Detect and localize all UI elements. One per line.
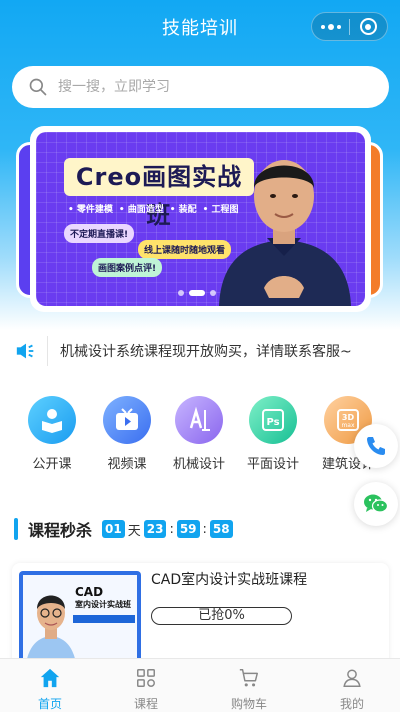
- banner-tag: 不定期直播课!: [64, 224, 135, 243]
- svg-text:max: max: [341, 422, 355, 429]
- course-thumbnail: CAD 室内设计实战班: [19, 571, 141, 671]
- search-icon: [29, 78, 47, 96]
- countdown-hours: 23: [143, 520, 167, 538]
- bottom-tab-bar: 首页 课程 购物车 我的: [0, 658, 400, 712]
- open-course-icon: [28, 396, 76, 444]
- search-input[interactable]: [58, 79, 358, 95]
- section-title: 课程秒杀: [28, 521, 93, 540]
- category-label: 视频课: [107, 457, 147, 472]
- section-accent-bar: [14, 518, 18, 540]
- photoshop-icon: Ps: [249, 396, 297, 444]
- mechanical-design-icon: [175, 396, 223, 444]
- navigation-bar: 技能培训: [0, 0, 400, 56]
- tab-label: 我的: [339, 697, 364, 711]
- category-label: 公开课: [32, 457, 72, 472]
- countdown-day-unit: 天: [127, 523, 141, 539]
- category-graphic-design[interactable]: Ps 平面设计: [238, 396, 308, 472]
- tab-cart[interactable]: 购物车: [199, 659, 299, 712]
- home-icon: [40, 668, 60, 688]
- countdown-seconds: 58: [209, 520, 233, 538]
- banner-feature: • 曲面造型: [118, 205, 164, 215]
- carousel-indicators: [178, 290, 216, 296]
- carousel-dot[interactable]: [210, 290, 216, 296]
- video-tv-icon: [103, 396, 151, 444]
- cart-icon: [239, 669, 258, 687]
- carousel-dot[interactable]: [178, 290, 184, 296]
- tab-home[interactable]: 首页: [0, 659, 100, 712]
- tab-label: 购物车: [230, 697, 267, 711]
- mini-program-capsule: [311, 12, 388, 41]
- search-bar[interactable]: [12, 66, 389, 108]
- phone-icon: [367, 437, 385, 455]
- category-label: 机械设计: [172, 457, 225, 472]
- target-icon: [359, 18, 377, 35]
- announcement-text: 机械设计系统课程现开放购买，详情联系客服~: [60, 344, 352, 360]
- notice-divider: [47, 336, 48, 366]
- banner-feature: • 零件建模: [68, 205, 113, 215]
- banner-slide[interactable]: Creo画图实战班 • 零件建模 • 曲面造型 • 装配 • 工程图 不定期直播…: [36, 132, 365, 306]
- thumbnail-ribbon: [73, 615, 135, 623]
- banner-tag: 画图案例点评!: [92, 258, 163, 277]
- thumbnail-subtitle: 室内设计实战班: [75, 600, 131, 609]
- tab-profile[interactable]: 我的: [302, 659, 400, 712]
- category-video-course[interactable]: 视频课: [92, 396, 162, 472]
- more-options-button[interactable]: [312, 13, 349, 40]
- category-mechanical-design[interactable]: 机械设计: [164, 396, 234, 472]
- tab-course[interactable]: 课程: [96, 659, 196, 712]
- countdown-timer: 01 天 23 : 59 : 58: [102, 520, 233, 539]
- category-label: 平面设计: [246, 457, 299, 472]
- tab-label: 首页: [37, 697, 62, 711]
- course-title: CAD室内设计实战班课程: [151, 572, 308, 588]
- wechat-icon: [364, 494, 389, 513]
- banner-carousel[interactable]: Creo画图实战班 • 零件建模 • 曲面造型 • 装配 • 工程图 不定期直播…: [30, 126, 371, 312]
- instructor-photo: [219, 160, 351, 306]
- wechat-contact-button[interactable]: [354, 482, 398, 526]
- user-icon: [343, 669, 361, 687]
- countdown-separator: :: [202, 521, 207, 537]
- close-mini-program-button[interactable]: [350, 13, 387, 40]
- banner-feature: • 装配: [169, 205, 197, 215]
- speaker-icon: [16, 343, 34, 359]
- countdown-minutes: 59: [176, 520, 200, 538]
- category-row: 公开课 视频课 机械设计 Ps 平面设计 3D max 建筑设计: [0, 396, 400, 480]
- tab-label: 课程: [133, 697, 158, 711]
- carousel-dot-active[interactable]: [189, 290, 205, 296]
- announcement-bar[interactable]: 机械设计系统课程现开放购买，详情联系客服~: [0, 334, 400, 368]
- svg-text:3D: 3D: [342, 413, 355, 422]
- countdown-days: 01: [102, 520, 125, 538]
- thumbnail-title: CAD: [75, 585, 104, 599]
- flash-sale-header: 课程秒杀 01 天 23 : 59 : 58: [14, 516, 233, 542]
- svg-text:Ps: Ps: [266, 417, 279, 428]
- category-open-course[interactable]: 公开课: [17, 396, 87, 472]
- phone-contact-button[interactable]: [354, 424, 398, 468]
- sale-progress-label: 已抢0%: [151, 607, 292, 625]
- countdown-separator: :: [169, 521, 174, 537]
- grid-course-icon: [137, 669, 155, 687]
